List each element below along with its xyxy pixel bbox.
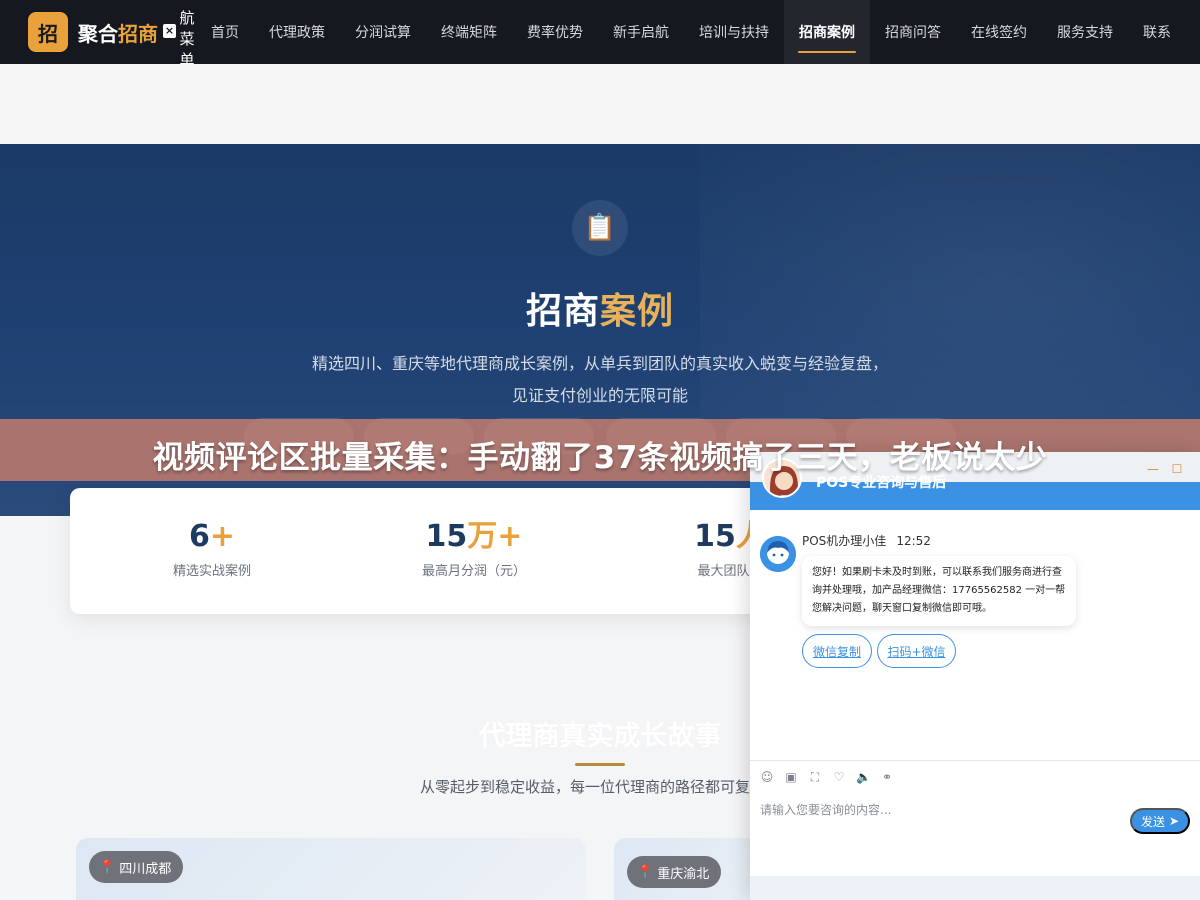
chat-widget: — ☐ POS专业咨询与售后 POS机办理小佳 12:52 您好！如果刷卡未及时到…: [750, 452, 1200, 900]
nav-item-faq[interactable]: 招商问答: [870, 0, 956, 64]
stat-unit: +: [209, 519, 235, 554]
copy-wechat-button[interactable]: 微信复制: [802, 634, 872, 668]
image-icon[interactable]: ▣: [784, 770, 798, 784]
stat-value: 6+: [82, 518, 342, 556]
nav-menu-char: 航: [179, 9, 195, 27]
top-navigation: 招 聚合招商 × 航 菜 单 首页 代理政策 分润试算 终端矩阵 费率优势 新手…: [0, 0, 1200, 64]
brand-name[interactable]: 聚合招商: [78, 18, 158, 47]
nav-item-cases[interactable]: 招商案例: [784, 0, 870, 64]
stat-value: 15万+: [344, 518, 604, 556]
voice-icon[interactable]: 🔈: [856, 770, 871, 784]
send-arrow-icon: ➤: [1168, 814, 1180, 828]
page-title-accent: 案例: [600, 291, 675, 332]
scan-wechat-button[interactable]: 扫码+微信: [877, 634, 956, 668]
stat-number: 15: [694, 519, 736, 554]
stat-number: 6: [188, 519, 210, 554]
nav-item-training-support[interactable]: 培训与扶持: [684, 0, 784, 64]
stat-number: 15: [425, 519, 468, 554]
location-label: 四川成都: [119, 861, 172, 877]
stat-cases: 6+ 精选实战案例: [82, 518, 342, 579]
nav-item-rate-advantage[interactable]: 费率优势: [512, 0, 598, 64]
nav-item-service-support[interactable]: 服务支持: [1042, 0, 1128, 64]
bot-avatar-icon: [760, 536, 796, 572]
send-label: 发送: [1140, 814, 1165, 829]
stat-label: 最高月分润（元）: [421, 564, 526, 579]
map-pin-icon: 📍: [637, 864, 654, 880]
nav-item-home[interactable]: 首页: [196, 0, 254, 64]
hero-description: 精选四川、重庆等地代理商成长案例，从单兵到团队的真实收入蜕变与经验复盘， 见证支…: [270, 348, 930, 412]
nav-item-terminal-matrix[interactable]: 终端矩阵: [426, 0, 512, 64]
transfer-icon[interactable]: ⚭: [880, 770, 894, 784]
story-card[interactable]: 📍 四川成都: [76, 838, 586, 900]
clipboard-icon: 📋: [572, 200, 628, 256]
chat-divider: [750, 760, 1200, 761]
logo-icon[interactable]: 招: [28, 12, 68, 52]
close-menu-icon[interactable]: ×: [163, 24, 176, 38]
stat-label: 精选实战案例: [172, 564, 251, 579]
nav-menu-char: 单: [179, 51, 195, 64]
bot-avatar: [760, 536, 796, 572]
nav-menu-char: 菜: [179, 30, 195, 48]
screenshot-icon[interactable]: ⛶: [808, 770, 822, 784]
brand-name-accent: 招商: [118, 22, 158, 46]
send-button[interactable]: 发送 ➤: [1130, 808, 1190, 834]
emoji-icon[interactable]: ☺: [760, 770, 774, 784]
chat-footer: [750, 876, 1200, 900]
section-title-underline: [575, 763, 625, 766]
chat-message-input[interactable]: [760, 800, 1120, 820]
hero-description-line: 精选四川、重庆等地代理商成长案例，从单兵到团队的真实收入蜕变与经验复盘，: [311, 354, 888, 373]
nav-menu-toggle[interactable]: 航 菜 单: [178, 8, 196, 64]
message-time: 12:52: [896, 534, 931, 548]
nav-item-agent-policy[interactable]: 代理政策: [254, 0, 340, 64]
hero-description-line: 见证支付创业的无限可能: [511, 386, 688, 405]
map-pin-icon: 📍: [99, 859, 116, 875]
chat-toolbar: ☺ ▣ ⛶ ♡ 🔈 ⚭: [760, 770, 894, 784]
location-tag: 📍 四川成都: [89, 851, 184, 883]
nav-item-online-signing[interactable]: 在线签约: [956, 0, 1042, 64]
location-tag: 📍 重庆渝北: [627, 856, 722, 888]
nav-items: 首页 代理政策 分润试算 终端矩阵 费率优势 新手启航 培训与扶持 招商案例 招…: [196, 0, 1186, 64]
page-title-main: 招商: [525, 291, 600, 332]
video-caption-text: 视频评论区批量采集：手动翻了37条视频搞了三天，老板说太少: [152, 440, 1048, 476]
nav-item-contact[interactable]: 联系: [1128, 0, 1186, 64]
brand-name-main: 聚合: [78, 22, 118, 46]
page-title: 招商案例: [0, 282, 1200, 334]
nav-item-beginner-guide[interactable]: 新手启航: [598, 0, 684, 64]
spacer-band: [0, 64, 1200, 144]
nav-item-profit-calculator[interactable]: 分润试算: [340, 0, 426, 64]
stat-monthly-profit: 15万+ 最高月分润（元）: [344, 518, 604, 579]
stat-unit: 万+: [467, 519, 523, 554]
location-label: 重庆渝北: [657, 866, 710, 882]
agent-name: POS机办理小佳: [802, 534, 887, 548]
message-bubble: 您好！如果刷卡未及时到账，可以联系我们服务商进行查询并处理哦，加产品经理微信：1…: [802, 556, 1076, 626]
message-meta: POS机办理小佳 12:52: [802, 532, 931, 549]
evaluate-icon[interactable]: ♡: [832, 770, 846, 784]
